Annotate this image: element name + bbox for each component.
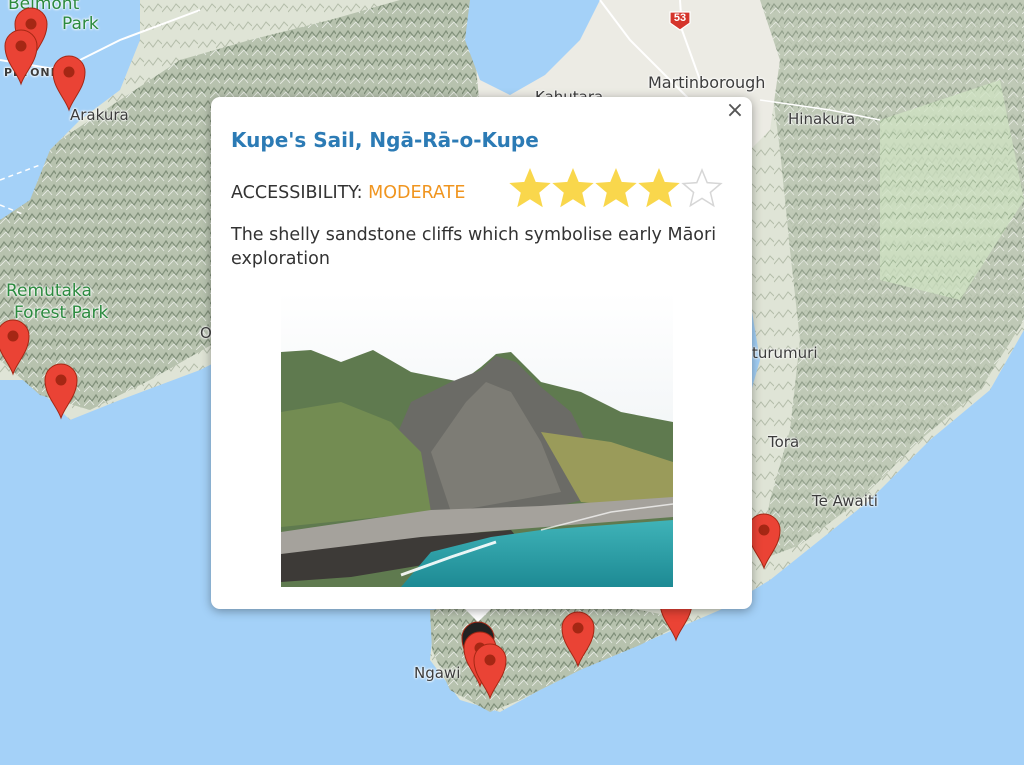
highway-shield: 53 bbox=[669, 11, 691, 31]
place-label: Remutaka bbox=[6, 281, 92, 301]
place-label: Tora bbox=[768, 433, 800, 451]
location-marker[interactable] bbox=[41, 360, 81, 420]
place-label: Te Awaiti bbox=[812, 492, 878, 510]
place-label: turumuri bbox=[752, 344, 818, 362]
place-label: Hinakura bbox=[788, 110, 856, 128]
accessibility-value: MODERATE bbox=[368, 183, 466, 203]
star-empty-icon bbox=[681, 168, 723, 208]
star-filled-icon bbox=[638, 168, 680, 208]
place-label: Park bbox=[62, 14, 99, 34]
close-button[interactable]: × bbox=[724, 100, 746, 122]
location-marker[interactable] bbox=[49, 52, 89, 112]
rating-stars bbox=[509, 168, 724, 210]
accessibility-label: ACCESSIBILITY: bbox=[231, 183, 363, 203]
place-label: Ngawi bbox=[414, 664, 461, 682]
location-marker[interactable] bbox=[558, 608, 598, 668]
accessibility-row: ACCESSIBILITY: MODERATE bbox=[231, 183, 465, 203]
star-filled-icon bbox=[552, 168, 594, 208]
location-marker[interactable] bbox=[0, 316, 33, 376]
location-title: Kupe's Sail, Ngā-Rā-o-Kupe bbox=[231, 128, 539, 152]
info-window: × Kupe's Sail, Ngā-Rā-o-Kupe ACCESSIBILI… bbox=[211, 97, 752, 609]
location-description: The shelly sandstone cliffs which symbol… bbox=[231, 225, 717, 269]
coastal-cliffs-photo bbox=[281, 292, 673, 587]
popup-pointer bbox=[464, 608, 492, 622]
star-filled-icon bbox=[595, 168, 637, 208]
place-label: Martinborough bbox=[648, 73, 766, 92]
location-marker[interactable] bbox=[1, 26, 41, 86]
star-filled-icon bbox=[509, 168, 551, 208]
location-marker[interactable] bbox=[470, 640, 510, 700]
